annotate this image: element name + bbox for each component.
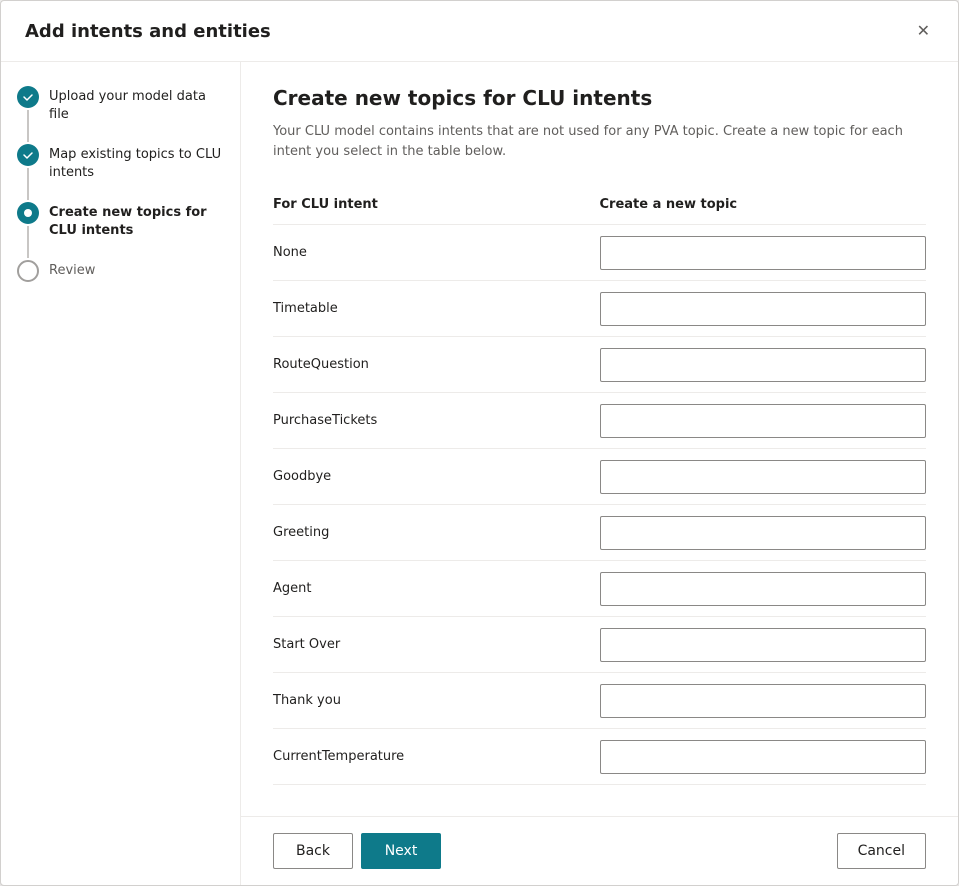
step-label-map: Map existing topics to CLU intents — [49, 144, 224, 182]
intent-purchasetickets: PurchaseTickets — [273, 413, 600, 428]
step-map: Map existing topics to CLU intents — [17, 144, 224, 202]
sidebar: Upload your model data file Map existing… — [1, 62, 241, 885]
step-left-review — [17, 260, 39, 282]
table-row: Thank you — [273, 673, 926, 729]
add-intents-dialog: Add intents and entities ✕ Upload your m… — [0, 0, 959, 886]
intent-agent: Agent — [273, 581, 600, 596]
step-line-1 — [27, 110, 29, 142]
cancel-button[interactable]: Cancel — [837, 833, 926, 869]
topic-input-goodbye[interactable] — [600, 460, 927, 494]
step-left-map — [17, 144, 39, 202]
topic-input-startover[interactable] — [600, 628, 927, 662]
table-row: Timetable — [273, 281, 926, 337]
step-line-2 — [27, 168, 29, 200]
page-title: Create new topics for CLU intents — [273, 86, 926, 110]
intent-routequestion: RouteQuestion — [273, 357, 600, 372]
table-row: Agent — [273, 561, 926, 617]
page-description: Your CLU model contains intents that are… — [273, 122, 926, 161]
intent-goodbye: Goodbye — [273, 469, 600, 484]
table-header: For CLU intent Create a new topic — [273, 185, 926, 225]
step-label-review: Review — [49, 260, 95, 280]
col-topic-header: Create a new topic — [600, 193, 927, 216]
step-circle-review — [17, 260, 39, 282]
step-left-upload — [17, 86, 39, 144]
step-create: Create new topics for CLU intents — [17, 202, 224, 260]
table-row: RouteQuestion — [273, 337, 926, 393]
close-icon: ✕ — [917, 21, 930, 41]
back-button[interactable]: Back — [273, 833, 353, 869]
table-row: Start Over — [273, 617, 926, 673]
step-label-create: Create new topics for CLU intents — [49, 202, 224, 240]
topic-input-none[interactable] — [600, 236, 927, 270]
topic-input-thankyou[interactable] — [600, 684, 927, 718]
step-left-create — [17, 202, 39, 260]
check-icon-map — [22, 149, 34, 161]
intent-currenttemperature: CurrentTemperature — [273, 749, 600, 764]
check-icon — [22, 91, 34, 103]
dialog-header: Add intents and entities ✕ — [1, 1, 958, 62]
table-row: Goodbye — [273, 449, 926, 505]
intent-startover: Start Over — [273, 637, 600, 652]
table-row: PurchaseTickets — [273, 393, 926, 449]
dialog-footer: Back Next Cancel — [241, 816, 958, 885]
step-circle-map — [17, 144, 39, 166]
table-row: Greeting — [273, 505, 926, 561]
step-line-3 — [27, 226, 29, 258]
intent-timetable: Timetable — [273, 301, 600, 316]
topic-input-currenttemperature[interactable] — [600, 740, 927, 774]
active-dot — [24, 209, 32, 217]
step-review: Review — [17, 260, 224, 282]
content-area: Create new topics for CLU intents Your C… — [241, 62, 958, 816]
topic-input-agent[interactable] — [600, 572, 927, 606]
topic-input-routequestion[interactable] — [600, 348, 927, 382]
intent-greeting: Greeting — [273, 525, 600, 540]
footer-left-buttons: Back Next — [273, 833, 441, 869]
main-content: Create new topics for CLU intents Your C… — [241, 62, 958, 885]
step-label-upload: Upload your model data file — [49, 86, 224, 124]
topic-input-timetable[interactable] — [600, 292, 927, 326]
intents-table: For CLU intent Create a new topic None T… — [273, 185, 926, 785]
table-row: CurrentTemperature — [273, 729, 926, 785]
step-circle-upload — [17, 86, 39, 108]
table-row: None — [273, 225, 926, 281]
close-button[interactable]: ✕ — [913, 17, 934, 45]
step-upload: Upload your model data file — [17, 86, 224, 144]
dialog-title: Add intents and entities — [25, 21, 271, 42]
next-button[interactable]: Next — [361, 833, 441, 869]
intent-thankyou: Thank you — [273, 693, 600, 708]
topic-input-greeting[interactable] — [600, 516, 927, 550]
dialog-body: Upload your model data file Map existing… — [1, 62, 958, 885]
col-intent-header: For CLU intent — [273, 193, 600, 216]
step-circle-create — [17, 202, 39, 224]
intent-none: None — [273, 245, 600, 260]
topic-input-purchasetickets[interactable] — [600, 404, 927, 438]
